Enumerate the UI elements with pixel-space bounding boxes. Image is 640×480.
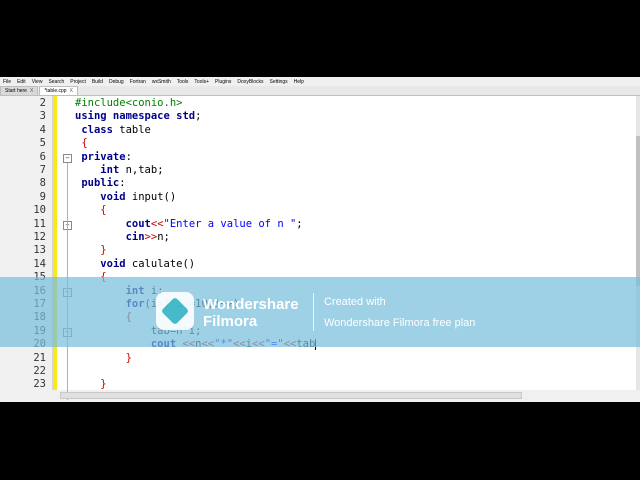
watermark-brand-line1: Wondershare [203,296,299,313]
menu-item[interactable]: Settings [267,79,291,85]
menu-item[interactable]: View [29,79,46,85]
ide-window: File Edit View Search Project Build Debug Fortr… [0,77,640,402]
line-number: 6 [39,150,46,163]
line-number: 23 [33,378,46,391]
fold-toggle-icon[interactable]: − [63,153,72,163]
line-number: 5 [39,137,46,150]
line-number: 3 [39,110,46,123]
menu-bar: File Edit View Search Project Build Debug Fortr… [0,77,640,86]
code-text: class table [81,123,151,136]
code-text: #include<conio.h> [75,97,183,109]
code-text: } [125,351,132,364]
code-line[interactable]: 2 #include<conio.h> [0,97,636,110]
menu-item[interactable]: Edit [14,79,29,85]
menu-item[interactable]: Search [45,79,67,85]
line-number: 7 [39,164,46,176]
menu-item[interactable]: Project [67,79,89,85]
menu-item[interactable]: Tools+ [191,79,212,85]
line-number: 2 [39,97,46,109]
line-number: 10 [33,204,46,217]
code-line[interactable]: 10 { [0,204,636,217]
code-text: { [81,137,88,150]
filmora-watermark-banner: Wondershare Filmora Created with Wonders… [0,277,640,347]
line-number: 14 [33,257,46,270]
menu-item[interactable]: Plugins [212,79,234,85]
fold-guide-line [67,229,68,253]
code-line[interactable]: 3 using namespace std; [0,110,636,123]
line-number: 4 [39,123,46,136]
editor-tab-bar: Start here X *table.cpp X [0,86,640,96]
code-line[interactable]: 8 public: [0,177,636,190]
line-number: 8 [39,177,46,190]
code-line[interactable]: 23 } [0,378,636,391]
editor-tab[interactable]: Start here X [0,86,39,95]
watermark-created-line2: Wondershare Filmora free plan [324,317,476,329]
menu-item[interactable]: Build [89,79,106,85]
tab-label: Start here [5,88,27,94]
code-text: void calulate() [100,257,196,270]
code-line[interactable]: 5 { [0,137,636,150]
code-text: private: [81,150,132,163]
code-line[interactable]: 9 void input() [0,191,636,204]
code-line[interactable]: 7 int n,tab; [0,164,636,177]
watermark-created-line1: Created with [324,296,386,308]
tab-label: *table.cpp [44,88,67,94]
code-line[interactable]: 4 class table [0,124,636,137]
code-line[interactable]: 22 [0,365,636,378]
line-number: 9 [39,190,46,203]
code-line[interactable]: 12 cin>>n; [0,231,636,244]
menu-item[interactable]: Debug [106,79,127,85]
menu-item[interactable]: wxSmith [149,79,174,85]
tab-close-icon[interactable]: X [70,88,73,94]
line-number: 22 [33,365,46,377]
line-number: 12 [33,231,46,243]
code-text: } [100,244,107,257]
code-line[interactable]: 21 } [0,352,636,365]
line-number: 11 [33,217,46,230]
editor-tab[interactable]: *table.cpp X [39,86,78,95]
code-text: cin>>n; [125,231,170,243]
code-text: void input() [100,190,177,203]
vertical-scroll-thumb[interactable] [636,136,640,286]
code-text: using namespace std; [75,110,202,123]
menu-item[interactable]: Help [291,79,307,85]
code-text: { [100,204,107,217]
code-line[interactable]: 11 cout<<"Enter a value of n "; [0,218,636,231]
code-line[interactable]: 13 } [0,244,636,257]
code-text: int n,tab; [100,164,164,176]
watermark-divider [313,293,314,331]
code-line[interactable]: 14 void calulate() [0,258,636,271]
code-text: public: [81,177,126,190]
menu-item[interactable]: Fortran [127,79,149,85]
watermark-brand-line2: Filmora [203,313,258,330]
menu-item[interactable]: File [0,79,14,85]
menu-item[interactable]: DoxyBlocks [234,79,266,85]
tab-close-icon[interactable]: X [30,88,33,94]
line-number: 13 [33,244,46,257]
code-line[interactable]: 6 private: [0,151,636,164]
horizontal-scrollbar[interactable] [60,392,522,399]
filmora-logo-icon [156,292,194,330]
menu-item[interactable]: Tools [174,79,192,85]
code-text: cout<<"Enter a value of n "; [125,217,303,230]
line-number: 21 [33,351,46,364]
code-text: } [100,378,107,391]
